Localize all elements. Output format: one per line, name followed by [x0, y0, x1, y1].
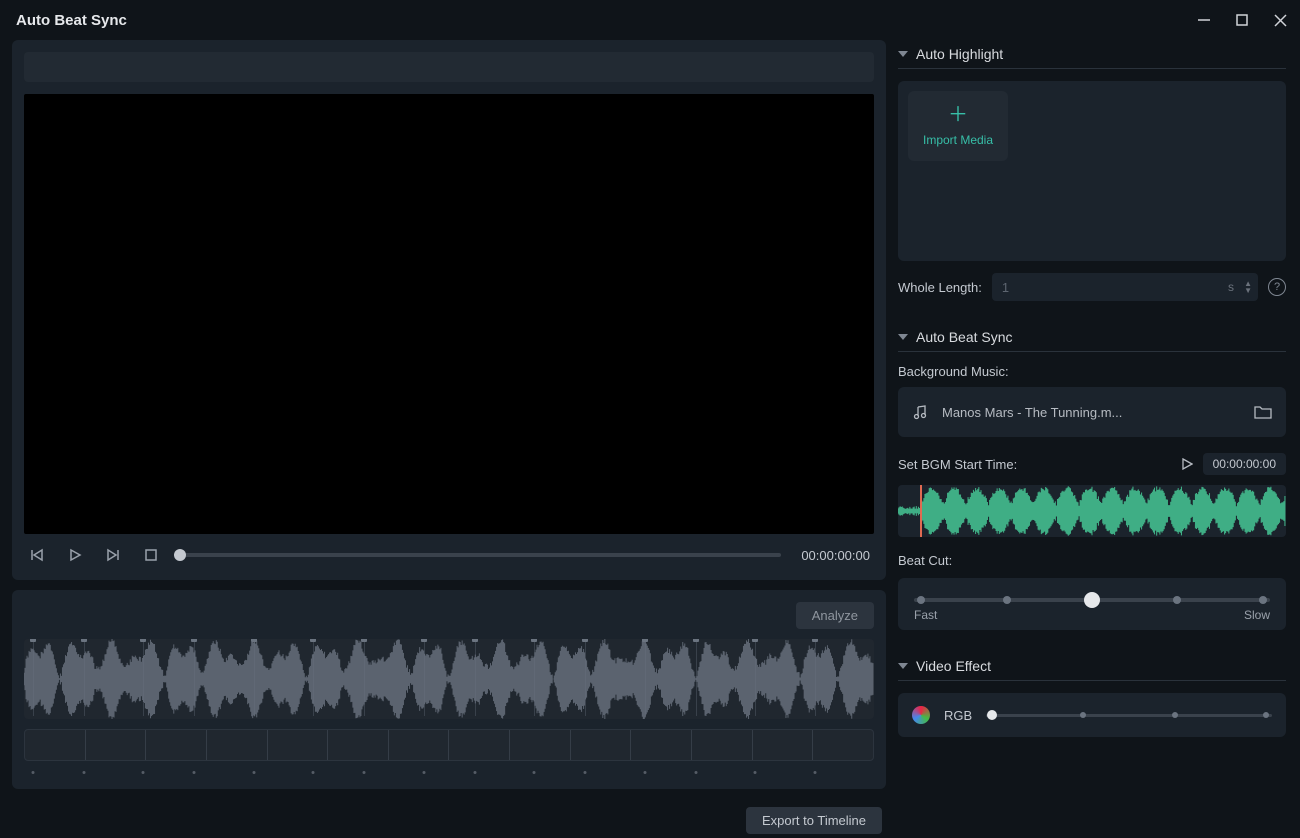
step-back-icon[interactable] [28, 546, 46, 564]
stepper[interactable]: ▲▼ [1244, 280, 1252, 294]
music-note-icon [912, 404, 928, 420]
video-preview[interactable] [24, 94, 874, 534]
caret-down-icon [898, 334, 908, 340]
bgm-file-row: Manos Mars - The Tunning.m... [898, 387, 1286, 437]
whole-length-label: Whole Length: [898, 280, 982, 295]
bgm-start-label: Set BGM Start Time: [898, 457, 1017, 472]
import-media-button[interactable]: ＋ Import Media [908, 91, 1008, 161]
transport-bar: 00:00:00:00 [24, 534, 874, 568]
export-to-timeline-button[interactable]: Export to Timeline [746, 807, 882, 834]
beat-cut-slow-label: Slow [1244, 608, 1270, 622]
bgm-start-time[interactable]: 00:00:00:00 [1203, 453, 1286, 475]
preview-container: 00:00:00:00 [12, 40, 886, 580]
section-auto-highlight[interactable]: Auto Highlight [898, 40, 1286, 69]
maximize-icon[interactable] [1234, 12, 1250, 28]
beat-cut-slider[interactable] [914, 598, 1270, 602]
bgm-waveform[interactable] [898, 485, 1286, 537]
step-down-icon[interactable]: ▼ [1244, 287, 1252, 294]
effect-rgb-label: RGB [944, 708, 972, 723]
beat-cut-fast-label: Fast [914, 608, 937, 622]
effect-rgb-slider[interactable] [986, 714, 1272, 717]
section-video-effect[interactable]: Video Effect [898, 652, 1286, 681]
main-waveform[interactable] [24, 639, 874, 719]
step-forward-icon[interactable] [104, 546, 122, 564]
seek-slider[interactable] [180, 553, 781, 557]
preview-tab-strip[interactable] [24, 52, 874, 82]
section-title: Video Effect [916, 658, 991, 674]
import-media-label: Import Media [923, 133, 993, 147]
whole-length-input[interactable]: 1 s ▲▼ [992, 273, 1258, 301]
bgm-track-name: Manos Mars - The Tunning.m... [942, 405, 1240, 420]
segment-track[interactable] [24, 729, 874, 761]
play-icon[interactable] [66, 546, 84, 564]
minimize-icon[interactable] [1196, 12, 1212, 28]
bgm-label: Background Music: [898, 364, 1286, 379]
effect-rgb-thumb[interactable] [987, 710, 997, 720]
bgm-playhead[interactable] [920, 485, 922, 537]
effect-rgb-row: RGB [898, 693, 1286, 737]
seek-thumb[interactable] [174, 549, 186, 561]
media-drop-area[interactable]: ＋ Import Media [898, 81, 1286, 261]
section-title: Auto Highlight [916, 46, 1003, 62]
caret-down-icon [898, 663, 908, 669]
rgb-icon [912, 706, 930, 724]
section-auto-beat-sync[interactable]: Auto Beat Sync [898, 323, 1286, 352]
timecode: 00:00:00:00 [801, 548, 870, 563]
whole-length-value: 1 [1002, 280, 1009, 295]
help-icon[interactable]: ? [1268, 278, 1286, 296]
analyze-button[interactable]: Analyze [796, 602, 874, 629]
tick-row [24, 771, 874, 777]
beat-cut-slider-box: Fast Slow [898, 578, 1286, 630]
window-title: Auto Beat Sync [12, 12, 127, 29]
section-title: Auto Beat Sync [916, 329, 1013, 345]
whole-length-unit: s [1228, 280, 1234, 294]
play-bgm-icon[interactable] [1181, 458, 1193, 470]
browse-folder-icon[interactable] [1254, 404, 1272, 420]
title-bar: Auto Beat Sync [0, 0, 1300, 40]
window-controls [1196, 12, 1288, 28]
plus-icon: ＋ [948, 105, 968, 125]
close-icon[interactable] [1272, 12, 1288, 28]
side-panel: Auto Highlight ＋ Import Media Whole Leng… [898, 40, 1288, 824]
timeline-panel: Analyze [12, 590, 886, 789]
caret-down-icon [898, 51, 908, 57]
beat-cut-label: Beat Cut: [898, 553, 1286, 568]
stop-icon[interactable] [142, 546, 160, 564]
preview-pane: 00:00:00:00 Analyze [12, 40, 886, 824]
beat-cut-thumb[interactable] [1084, 592, 1100, 608]
